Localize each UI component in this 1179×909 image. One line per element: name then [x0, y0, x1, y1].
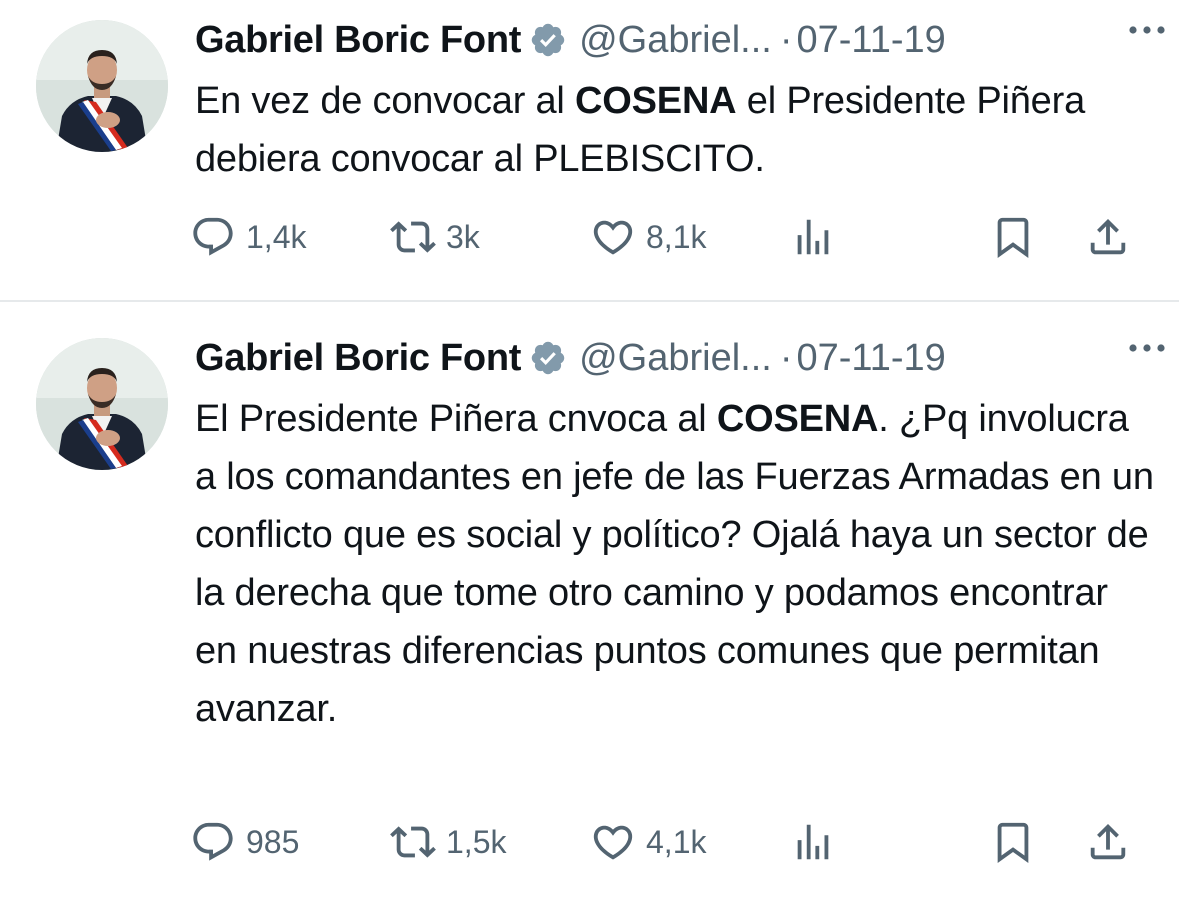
separator-dot: ·	[779, 18, 793, 61]
like-icon	[590, 819, 636, 865]
like-count: 8,1k	[646, 218, 707, 255]
tweet-text-part: El Presidente Piñera cnvoca al	[195, 398, 717, 440]
reply-button[interactable]: 985	[190, 812, 299, 872]
more-icon[interactable]	[1117, 10, 1177, 50]
author-handle[interactable]: @Gabriel...	[579, 19, 772, 62]
retweet-count: 1,5k	[446, 823, 507, 860]
tweet-text: El Presidente Piñera cnvoca al COSENA. ¿…	[195, 390, 1155, 738]
reply-icon	[190, 214, 236, 260]
author-handle[interactable]: @Gabriel...	[579, 337, 772, 380]
bookmark-icon	[990, 214, 1036, 260]
tweet-actions: 1,4k 3k 8,1k	[190, 207, 1143, 267]
tweet[interactable]: Gabriel Boric Font @Gabriel... · 07-11-1…	[0, 302, 1179, 909]
views-icon	[790, 819, 836, 865]
share-icon	[1085, 819, 1131, 865]
reply-button[interactable]: 1,4k	[190, 207, 306, 267]
tweet-text: En vez de convocar al COSENA el Presiden…	[195, 72, 1155, 188]
share-button[interactable]	[1085, 207, 1131, 267]
verified-badge-icon	[529, 21, 567, 59]
tweet-text-part: En vez de convocar al	[195, 80, 576, 122]
bookmark-button[interactable]	[990, 207, 1036, 267]
views-button[interactable]	[790, 812, 836, 872]
more-icon[interactable]	[1117, 328, 1177, 368]
bookmark-button[interactable]	[990, 812, 1036, 872]
retweet-button[interactable]: 3k	[390, 207, 480, 267]
views-button[interactable]	[790, 207, 836, 267]
reply-count: 985	[246, 823, 300, 860]
avatar[interactable]	[36, 20, 168, 152]
tweet-text-part: . ¿Pq involucra a los comandantes en jef…	[195, 398, 1154, 730]
share-icon	[1085, 214, 1131, 260]
retweet-button[interactable]: 1,5k	[390, 812, 506, 872]
like-count: 4,1k	[646, 823, 707, 860]
like-icon	[590, 214, 636, 260]
retweet-count: 3k	[446, 218, 480, 255]
reply-icon	[190, 819, 236, 865]
avatar[interactable]	[36, 338, 168, 470]
tweet-date[interactable]: 07-11-19	[797, 19, 946, 62]
tweet-header: Gabriel Boric Font @Gabriel... · 07-11-1…	[195, 328, 1159, 388]
tweet-text-bold: COSENA	[575, 80, 737, 122]
separator-dot: ·	[779, 336, 793, 379]
retweet-icon	[390, 819, 436, 865]
views-icon	[790, 214, 836, 260]
tweet-date[interactable]: 07-11-19	[797, 337, 946, 380]
author-name[interactable]: Gabriel Boric Font	[195, 19, 521, 62]
verified-badge-icon	[529, 339, 567, 377]
tweet-actions: 985 1,5k 4,1k	[190, 812, 1143, 872]
like-button[interactable]: 4,1k	[590, 812, 706, 872]
author-name[interactable]: Gabriel Boric Font	[195, 337, 521, 380]
share-button[interactable]	[1085, 812, 1131, 872]
tweet-header: Gabriel Boric Font @Gabriel... · 07-11-1…	[195, 10, 1159, 70]
retweet-icon	[390, 214, 436, 260]
tweet-text-bold: COSENA	[716, 398, 879, 440]
like-button[interactable]: 8,1k	[590, 207, 706, 267]
tweet[interactable]: Gabriel Boric Font @Gabriel... · 07-11-1…	[0, 0, 1179, 300]
reply-count: 1,4k	[246, 218, 307, 255]
bookmark-icon	[990, 819, 1036, 865]
